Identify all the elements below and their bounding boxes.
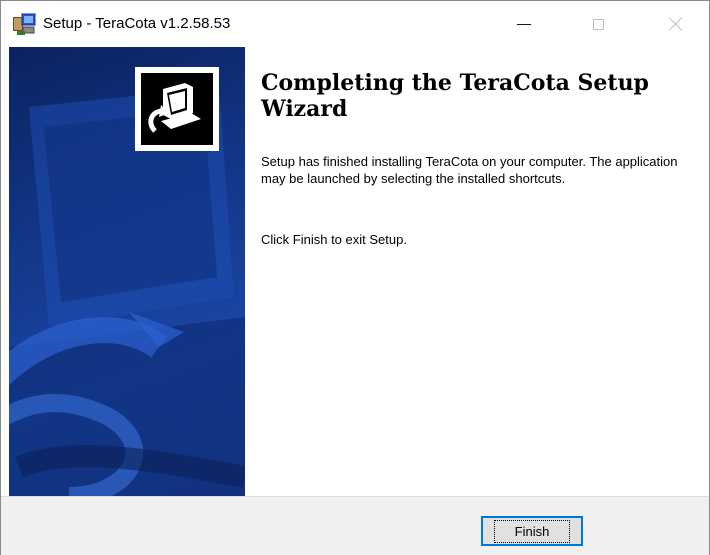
installer-setup-icon bbox=[11, 11, 37, 37]
finish-button[interactable]: Finish bbox=[481, 516, 583, 546]
wizard-sidebar-image bbox=[9, 47, 245, 496]
wizard-content: Completing the TeraCota Setup Wizard Set… bbox=[245, 47, 709, 496]
maximize-button[interactable] bbox=[575, 1, 621, 47]
completion-message: Setup has finished installing TeraCota o… bbox=[261, 154, 678, 186]
exit-instruction: Click Finish to exit Setup. bbox=[261, 232, 407, 247]
computer-install-icon bbox=[135, 67, 219, 151]
page-title: Completing the TeraCota Setup Wizard bbox=[261, 70, 649, 122]
minimize-icon bbox=[517, 23, 531, 25]
finish-button-label: Finish bbox=[493, 519, 571, 543]
close-icon bbox=[669, 17, 683, 31]
maximize-icon bbox=[592, 18, 604, 30]
setup-window: Setup - TeraCota v1.2.58.53 Completing t… bbox=[0, 0, 710, 555]
button-bar: Finish bbox=[1, 496, 709, 555]
window-title: Setup - TeraCota v1.2.58.53 bbox=[43, 15, 231, 32]
minimize-button[interactable] bbox=[501, 1, 547, 47]
close-button[interactable] bbox=[653, 1, 699, 47]
title-bar[interactable]: Setup - TeraCota v1.2.58.53 bbox=[1, 1, 709, 47]
